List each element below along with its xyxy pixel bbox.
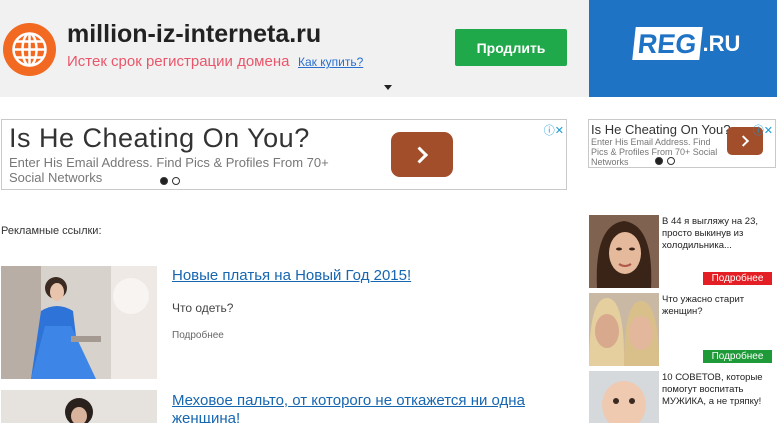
adchoices-icon[interactable]: ⓘ✕ xyxy=(544,122,564,138)
pager-dot-active[interactable] xyxy=(655,157,663,165)
renew-button[interactable]: Продлить xyxy=(455,29,567,66)
teaser-image[interactable] xyxy=(589,215,659,288)
teaser-item[interactable]: В 44 я выгляжу на 23, просто выкинув из … xyxy=(589,215,776,288)
globe-icon xyxy=(3,23,56,76)
teaser-item[interactable]: Что ужасно старит женщин? Подробнее xyxy=(589,293,776,366)
list-item: Меховое пальто, от которого не откажется… xyxy=(1,390,561,423)
how-to-buy-link[interactable]: Как купить? xyxy=(298,55,363,69)
pager-dot-active[interactable] xyxy=(160,177,168,185)
registrar-logo-badge: REG xyxy=(632,27,703,60)
list-item: Новые платья на Новый Год 2015! Что одет… xyxy=(1,266,561,379)
chevron-right-icon xyxy=(737,135,750,147)
registrar-logo-suffix: .RU xyxy=(702,30,741,56)
teaser-image[interactable] xyxy=(589,293,659,366)
teaser-text[interactable]: 10 СОВЕТОВ, которые помогут воспитать МУ… xyxy=(662,372,774,408)
registrar-logo[interactable]: REG .RU xyxy=(632,27,741,60)
expired-notice: Истек срок регистрации домена xyxy=(67,53,290,70)
teaser-image[interactable] xyxy=(589,371,659,423)
pager-dot[interactable] xyxy=(667,157,675,165)
article-more-link[interactable]: Подробнее xyxy=(172,330,224,341)
teaser-text[interactable]: В 44 я выгляжу на 23, просто выкинув из … xyxy=(662,216,774,252)
ad-main-pager xyxy=(160,177,180,185)
article-thumbnail[interactable] xyxy=(1,390,157,423)
caret-down-icon[interactable] xyxy=(384,85,392,90)
teaser-text[interactable]: Что ужасно старит женщин? xyxy=(662,294,774,318)
article-subtitle: Что одеть? xyxy=(172,301,234,315)
sponsored-links-label: Рекламные ссылки: xyxy=(1,225,102,237)
adchoices-icon[interactable]: ⓘ✕ xyxy=(753,122,773,138)
ad-main-title[interactable]: Is He Cheating On You? xyxy=(9,123,310,154)
ad-side[interactable]: Is He Cheating On You? Enter His Email A… xyxy=(588,119,776,168)
ad-main-go-button[interactable] xyxy=(391,132,453,177)
teaser-more-button[interactable]: Подробнее xyxy=(703,350,772,363)
article-thumbnail[interactable] xyxy=(1,266,157,379)
chevron-right-icon xyxy=(411,146,429,163)
domain-expired-banner: million-iz-interneta.ru Истек срок регис… xyxy=(0,0,589,97)
ad-side-pager xyxy=(655,157,675,165)
ad-main[interactable]: Is He Cheating On You? Enter His Email A… xyxy=(1,119,567,190)
domain-name: million-iz-interneta.ru xyxy=(67,20,322,48)
ad-side-title[interactable]: Is He Cheating On You? xyxy=(591,122,731,137)
teaser-more-button[interactable]: Подробнее xyxy=(703,272,772,285)
article-title[interactable]: Новые платья на Новый Год 2015! xyxy=(172,267,552,285)
teaser-item[interactable]: 10 СОВЕТОВ, которые помогут воспитать МУ… xyxy=(589,371,776,423)
article-title[interactable]: Меховое пальто, от которого не откажется… xyxy=(172,392,552,423)
pager-dot[interactable] xyxy=(172,177,180,185)
